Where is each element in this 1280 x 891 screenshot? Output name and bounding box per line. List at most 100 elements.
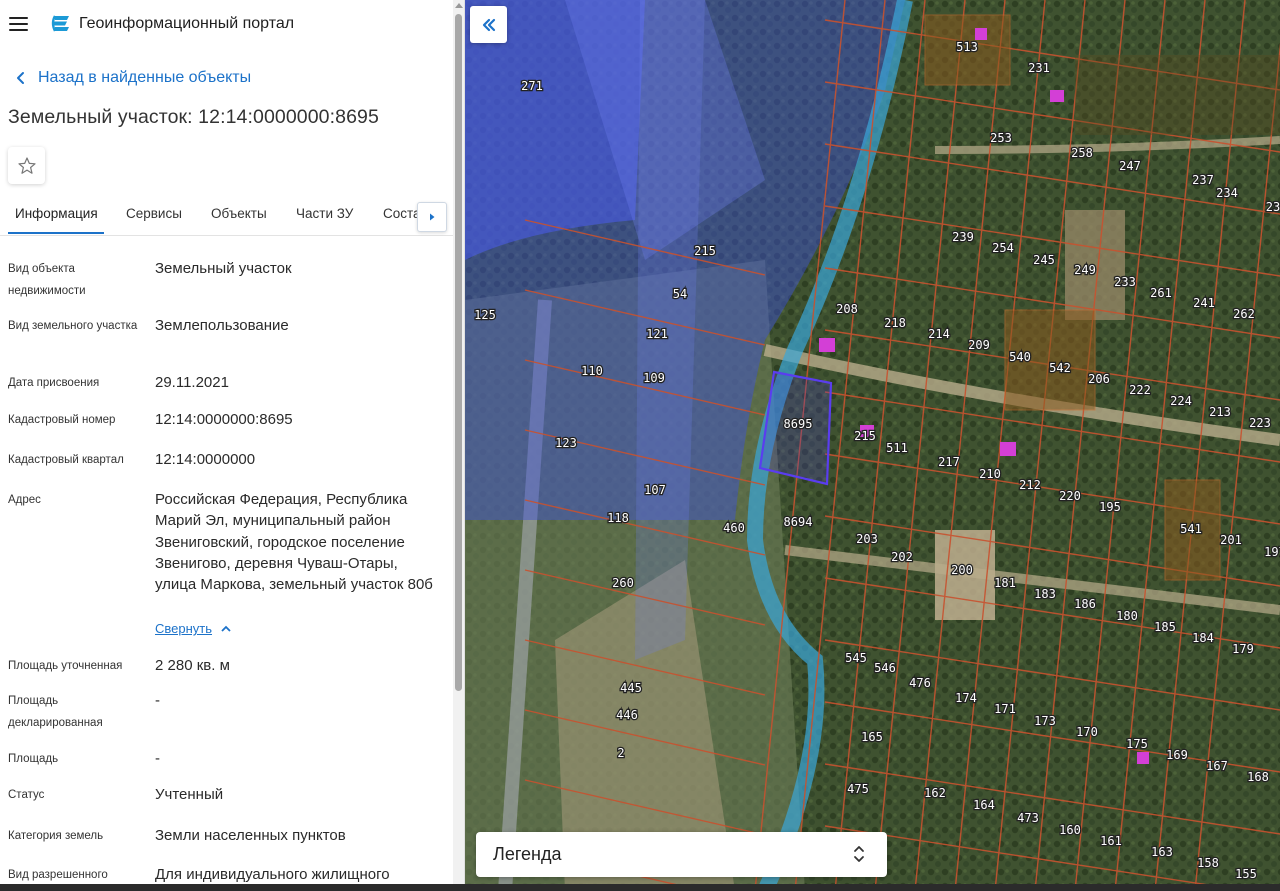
parcel-label: 513 (956, 40, 978, 54)
parcel-label: 174 (955, 691, 977, 705)
parcel-label: 445 (620, 681, 642, 695)
collapse-address-link[interactable]: Свернуть (155, 621, 232, 636)
back-link-label: Назад в найденные объекты (38, 69, 252, 86)
attr-value-area-specified: 2 280 кв. м (155, 657, 230, 674)
parcel-label: 197 (1264, 545, 1280, 559)
parcel-label: 233 (1114, 275, 1136, 289)
bottom-strip (0, 884, 1280, 891)
parcel-label: 258 (1071, 146, 1093, 160)
tab-services[interactable]: Сервисы (126, 206, 182, 221)
tab-objects[interactable]: Объекты (211, 206, 267, 221)
parcel-label: 262 (1233, 307, 1255, 321)
parcel-label: 214 (928, 327, 950, 341)
parcel-label: 473 (1017, 811, 1039, 825)
object-title: Земельный участок: 12:14:0000000:8695 (8, 106, 379, 128)
chevron-left-icon (17, 72, 24, 84)
legend-dropdown[interactable]: Легенда (476, 832, 887, 877)
parcel-label: 202 (891, 550, 913, 564)
parcel-label: 171 (994, 702, 1016, 716)
parcel-label: 123 (555, 436, 577, 450)
parcel-label: 125 (474, 308, 496, 322)
parcel-label: 175 (1126, 737, 1148, 751)
star-icon (17, 156, 36, 174)
parcel-label: 179 (1232, 642, 1254, 656)
parcel-label: 245 (1033, 253, 1055, 267)
parcel-label: 212 (1019, 478, 1041, 492)
tab-parts[interactable]: Части ЗУ (296, 206, 353, 221)
attr-label-area-declared: Площадь декларированная (8, 695, 103, 729)
parcel-label: 186 (1074, 597, 1096, 611)
parcel-label: 8695 (784, 417, 813, 431)
parcel-label: 161 (1100, 834, 1122, 848)
parcel-label: 249 (1074, 263, 1096, 277)
back-to-results-link[interactable]: Назад в найденные объекты (10, 66, 251, 90)
parcel-label: 107 (644, 483, 666, 497)
parcel-label: 54 (673, 287, 687, 301)
parcel-label: 23 (1266, 200, 1280, 214)
parcel-label: 8694 (784, 515, 813, 529)
collapse-panel-button[interactable] (470, 6, 507, 43)
parcel-label: 546 (874, 661, 896, 675)
attr-label-address: Адрес (8, 494, 41, 506)
parcel-label: 511 (886, 441, 908, 455)
parcel-label: 215 (854, 429, 876, 443)
parcel-label: 218 (884, 316, 906, 330)
attr-value-address: Российская Федерация, Республика Марий Э… (155, 491, 433, 594)
parcel-label: 164 (973, 798, 995, 812)
map-view[interactable]: 513 231 271 253 258 247 237 234 23 239 254 245 249 23… (465, 0, 1280, 891)
parcel-label: 206 (1088, 372, 1110, 386)
parcel-label: 110 (581, 364, 603, 378)
parcel-label: 181 (994, 576, 1016, 590)
parcel-label: 224 (1170, 394, 1192, 408)
parcel-label: 254 (992, 241, 1014, 255)
parcel-label: 173 (1034, 714, 1056, 728)
parcel-label: 109 (643, 371, 665, 385)
attr-value-land-category: Земли населенных пунктов (155, 827, 346, 844)
attr-value-area-declared: - (155, 692, 160, 709)
parcel-label: 160 (1059, 823, 1081, 837)
attr-label-cadastral-number: Кадастровый номер (8, 414, 116, 426)
parcel-label: 223 (1249, 416, 1271, 430)
parcel-label: 165 (861, 730, 883, 744)
parcel-label: 217 (938, 455, 960, 469)
info-panel: Геоинформационный портал Назад в найденн… (0, 0, 465, 891)
attr-value-object-type: Земельный участок (155, 260, 292, 277)
hamburger-menu-icon[interactable] (9, 16, 28, 32)
tabs-scroll-right-button[interactable] (417, 202, 447, 232)
parcel-label: 210 (979, 467, 1001, 481)
expand-collapse-icon (854, 846, 864, 862)
attr-value-cadastral-number: 12:14:0000000:8695 (155, 411, 293, 428)
parcel-label: 260 (612, 576, 634, 590)
parcel-label: 170 (1076, 725, 1098, 739)
parcel-label: 185 (1154, 620, 1176, 634)
favorite-button[interactable] (8, 147, 45, 184)
attr-value-status: Учтенный (155, 786, 224, 803)
satellite-map[interactable]: 5132312712532582472372342323925424524923… (465, 0, 1280, 891)
building-marker (1000, 442, 1016, 456)
building-marker (1137, 752, 1149, 764)
parcel-label: 169 (1166, 748, 1188, 762)
attr-label-status: Статус (8, 789, 45, 801)
parcel-label: 184 (1192, 631, 1214, 645)
parcel-label: 460 (723, 521, 745, 535)
parcel-label: 209 (968, 338, 990, 352)
parcel-label: 121 (646, 327, 668, 341)
tab-composition[interactable]: Соста (383, 206, 421, 221)
attr-value-cadastral-quarter: 12:14:0000000 (155, 451, 256, 468)
caret-right-icon (430, 213, 435, 221)
parcel-label: 222 (1129, 383, 1151, 397)
tab-information[interactable]: Информация (15, 206, 98, 221)
scroll-up-arrow-icon[interactable] (455, 3, 463, 8)
attr-label-land-category: Категория земель (8, 830, 104, 842)
panel-scrollbar-thumb[interactable] (455, 14, 462, 691)
parcel-label: 220 (1059, 489, 1081, 503)
parcel-label: 541 (1180, 522, 1202, 536)
attr-label-area: Площадь (8, 753, 59, 765)
attr-value-assignment-date: 29.11.2021 (155, 374, 229, 391)
parcel-label: 540 (1009, 350, 1031, 364)
attr-label-parcel-type: Вид земельного участка (8, 320, 138, 332)
parcel-label: 163 (1151, 845, 1173, 859)
attr-label-assignment-date: Дата присвоения (8, 377, 100, 389)
parcel-label: 446 (616, 708, 638, 722)
parcel-label: 261 (1150, 286, 1172, 300)
